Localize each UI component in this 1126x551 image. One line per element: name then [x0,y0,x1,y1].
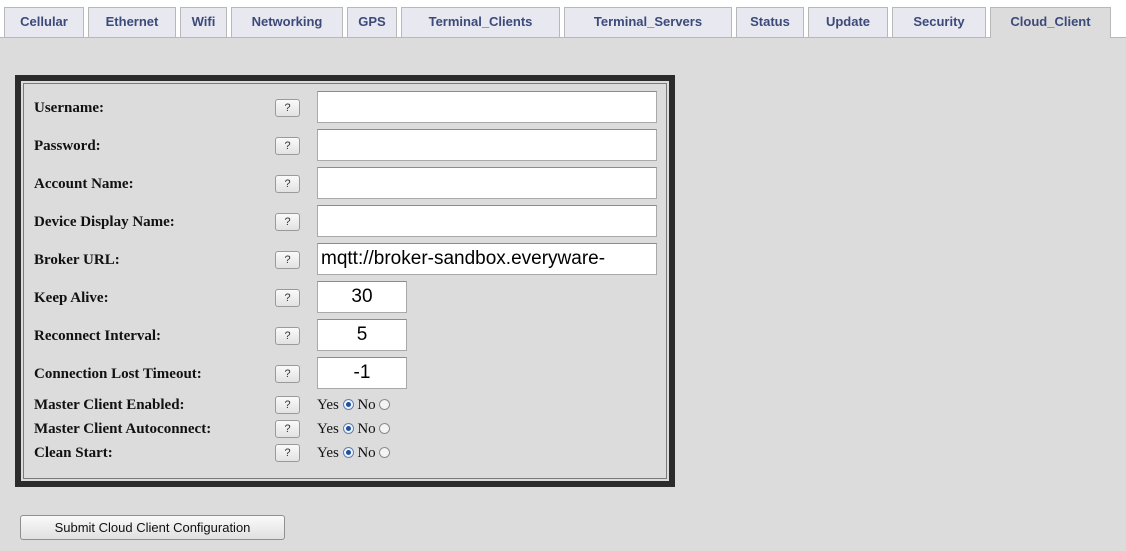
clean-start-help-button[interactable]: ? [275,444,300,462]
username-input[interactable] [317,91,657,123]
broker-url-input[interactable]: mqtt://broker-sandbox.everyware- [317,243,657,275]
keep-alive-row: Keep Alive: ? 30 [21,279,661,315]
master-client-autoconnect-label: Master Client Autoconnect: [34,421,212,437]
master-client-enabled-label: Master Client Enabled: [34,397,185,413]
tab-ethernet[interactable]: Ethernet [88,7,176,37]
account-name-label: Account Name: [34,176,134,192]
account-name-help-button[interactable]: ? [275,175,300,193]
connection-lost-timeout-row: Connection Lost Timeout: ? -1 [21,355,661,391]
keep-alive-input[interactable]: 30 [317,281,407,313]
tab-cloud-client[interactable]: Cloud_Client [990,7,1111,38]
submit-cloud-client-configuration-button[interactable]: Submit Cloud Client Configuration [20,515,285,540]
password-help-button[interactable]: ? [275,137,300,155]
yes-label: Yes [317,421,339,437]
no-label: No [357,421,376,437]
tab-terminal-servers[interactable]: Terminal_Servers [564,7,732,37]
broker-url-label: Broker URL: [34,252,120,268]
master-client-enabled-yes-radio[interactable] [342,399,354,410]
password-row: Password: ? [21,127,661,163]
device-display-name-help-button[interactable]: ? [275,213,300,231]
reconnect-interval-help-button[interactable]: ? [275,327,300,345]
device-display-name-row: Device Display Name: ? [21,203,661,239]
clean-start-row: Clean Start: ? Yes No [21,441,661,465]
tab-networking[interactable]: Networking [231,7,343,37]
clean-start-radios: Yes No [317,445,391,462]
master-client-enabled-radios: Yes No [317,397,391,414]
broker-url-help-button[interactable]: ? [275,251,300,269]
tab-gps[interactable]: GPS [347,7,397,37]
tab-security[interactable]: Security [892,7,986,37]
broker-url-row: Broker URL: ? mqtt://broker-sandbox.ever… [21,241,661,277]
yes-label: Yes [317,397,339,413]
connection-lost-timeout-help-button[interactable]: ? [275,365,300,383]
master-client-enabled-row: Master Client Enabled: ? Yes No [21,393,661,417]
reconnect-interval-row: Reconnect Interval: ? 5 [21,317,661,353]
tab-bar: Cellular Ethernet Wifi Networking GPS Te… [0,0,1126,38]
master-client-autoconnect-row: Master Client Autoconnect: ? Yes No [21,417,661,441]
master-client-autoconnect-yes-radio[interactable] [342,423,354,434]
master-client-enabled-help-button[interactable]: ? [275,396,300,414]
master-client-autoconnect-no-radio[interactable] [379,423,391,434]
tab-divider [0,37,1126,38]
yes-label: Yes [317,445,339,461]
tab-update[interactable]: Update [808,7,888,37]
tab-status[interactable]: Status [736,7,804,37]
device-display-name-input[interactable] [317,205,657,237]
master-client-enabled-no-radio[interactable] [379,399,391,410]
password-label: Password: [34,138,101,154]
username-label: Username: [34,100,104,116]
tab-terminal-clients[interactable]: Terminal_Clients [401,7,560,37]
cloud-client-form-panel: Username: ? Password: ? Account Name: ? … [15,75,675,487]
keep-alive-help-button[interactable]: ? [275,289,300,307]
connection-lost-timeout-label: Connection Lost Timeout: [34,366,202,382]
reconnect-interval-label: Reconnect Interval: [34,328,162,344]
username-help-button[interactable]: ? [275,99,300,117]
master-client-autoconnect-help-button[interactable]: ? [275,420,300,438]
username-row: Username: ? [21,89,661,125]
keep-alive-label: Keep Alive: [34,290,109,306]
clean-start-label: Clean Start: [34,445,113,461]
clean-start-no-radio[interactable] [379,447,391,458]
account-name-input[interactable] [317,167,657,199]
no-label: No [357,445,376,461]
account-name-row: Account Name: ? [21,165,661,201]
no-label: No [357,397,376,413]
password-input[interactable] [317,129,657,161]
tab-cellular[interactable]: Cellular [4,7,84,37]
clean-start-yes-radio[interactable] [342,447,354,458]
master-client-autoconnect-radios: Yes No [317,421,391,438]
connection-lost-timeout-input[interactable]: -1 [317,357,407,389]
device-display-name-label: Device Display Name: [34,214,175,230]
tab-wifi[interactable]: Wifi [180,7,227,37]
reconnect-interval-input[interactable]: 5 [317,319,407,351]
